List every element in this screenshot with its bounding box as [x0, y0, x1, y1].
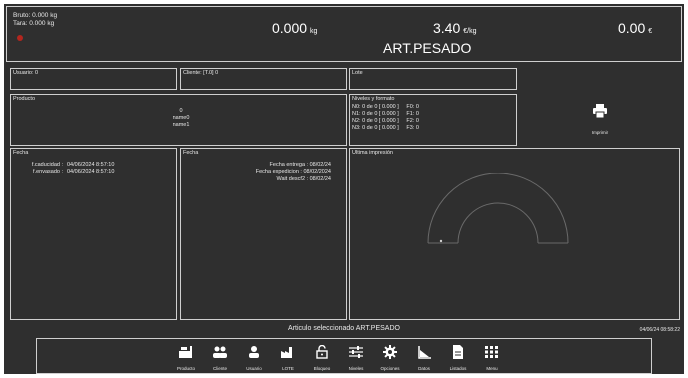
niveles-title: Niveles y formato	[352, 96, 395, 102]
nav-label: Menu	[486, 366, 498, 371]
nav-button-datos[interactable]: Datos	[409, 339, 439, 375]
niveles-row: N0: 0 de 0 [ 0.000 ] F0: 0	[352, 104, 419, 110]
lote-label: Lote	[352, 70, 363, 76]
nav-button-opciones[interactable]: Opciones	[375, 339, 405, 375]
producto-panel[interactable]: Producto 0 name0 name1	[10, 94, 347, 146]
fecha-mid-panel: Fecha Fecha entrega : 08/02/24 Fecha exp…	[180, 148, 347, 320]
weight-unit: kg	[310, 28, 318, 35]
nav-row: Producto Cliente Usuario LOTE Bloqueo Niveles…	[171, 339, 511, 375]
header-panel: Bruto: 0.000 kg Tara: 0.000 kg 0.000 kg 3…	[6, 6, 682, 62]
status-led	[17, 35, 23, 41]
nav-button-lote[interactable]: LOTE	[273, 339, 303, 375]
fecha-left-title: Fecha	[13, 150, 29, 156]
total-unit: €	[648, 28, 653, 35]
weight-value: 0.000	[272, 20, 308, 36]
fecha-left-key: f.caducidad :	[31, 162, 63, 168]
clients-icon	[212, 345, 228, 364]
total-value: 0.00	[618, 20, 646, 36]
status-message: Articulo seleccionado ART.PESADO	[288, 325, 400, 332]
niveles-row: N3: 0 de 0 [ 0.000 ] F3: 0	[352, 125, 419, 131]
tara-readout: Tara: 0.000 kg	[13, 20, 55, 27]
producto-line: name0	[172, 115, 190, 121]
lock-icon	[314, 344, 330, 364]
sliders-icon	[348, 345, 364, 364]
product-icon	[178, 345, 194, 364]
niveles-row: N1: 0 de 0 [ 0.000 ] F1: 0	[352, 111, 419, 117]
document-icon	[450, 345, 466, 364]
nav-button-producto[interactable]: Producto	[171, 339, 201, 375]
printer-icon	[592, 104, 608, 123]
niveles-panel[interactable]: Niveles y formato N0: 0 de 0 [ 0.000 ] F…	[349, 94, 517, 146]
weight-display: 0.000 kg	[272, 20, 317, 36]
arc-gauge	[427, 173, 569, 244]
fecha-left-value: 04/06/2024 8:57:10	[67, 169, 115, 175]
ultima-impresion-panel: Ultima impresión	[349, 148, 680, 320]
price-unit: €/kg	[463, 28, 477, 35]
nav-button-listados[interactable]: Listados	[443, 339, 473, 375]
print-button[interactable]: Imprimir	[580, 104, 620, 140]
usuario-panel[interactable]: Usuario: 0	[10, 68, 177, 90]
producto-line: name1	[172, 122, 190, 128]
nav-button-menu[interactable]: Menu	[477, 339, 507, 375]
status-datetime: 04/06/24 08:58:22	[639, 327, 680, 333]
bottom-nav: Producto Cliente Usuario LOTE Bloqueo Niveles…	[36, 338, 652, 374]
nav-button-cliente[interactable]: Cliente	[205, 339, 235, 375]
factory-icon	[280, 345, 296, 364]
nav-button-usuario[interactable]: Usuario	[239, 339, 269, 375]
cliente-panel[interactable]: Cliente: [T.0] 0	[180, 68, 347, 90]
nav-button-niveles[interactable]: Niveles	[341, 339, 371, 375]
chart-icon	[416, 345, 432, 364]
fecha-left-value: 04/06/2024 8:57:10	[67, 162, 115, 168]
nav-button-bloqueo[interactable]: Bloqueo	[307, 339, 337, 375]
producto-title: Producto	[13, 96, 36, 102]
lote-panel[interactable]: Lote	[349, 68, 517, 90]
fecha-mid-row: Fecha expedicion : 08/02/2024	[255, 169, 331, 175]
total-display: 0.00 €	[618, 20, 652, 36]
cliente-label: Cliente: [T.0] 0	[183, 70, 219, 76]
ultima-title: Ultima impresión	[352, 150, 393, 156]
fecha-mid-row: Fecha entrega : 08/02/24	[269, 162, 331, 168]
producto-line: 0	[179, 108, 183, 114]
fecha-left-panel: Fecha f.caducidad : 04/06/2024 8:57:10 f…	[10, 148, 177, 320]
usuario-label: Usuario: 0	[13, 70, 39, 76]
fecha-mid-title: Fecha	[183, 150, 199, 156]
price-value: 3.40	[433, 20, 461, 36]
fecha-mid-row: Wait descf2 : 08/02/24	[276, 176, 331, 182]
niveles-row: N2: 0 de 0 [ 0.000 ] F2: 0	[352, 118, 419, 124]
bruto-readout: Bruto: 0.000 kg	[13, 12, 58, 19]
price-display: 3.40 €/kg	[433, 20, 476, 36]
user-icon	[246, 345, 262, 364]
app-window: Bruto: 0.000 kg Tara: 0.000 kg 0.000 kg 3…	[4, 4, 684, 374]
article-name: ART.PESADO	[383, 40, 472, 56]
grid-icon	[484, 345, 500, 364]
fecha-left-key: f.envasado :	[33, 169, 63, 175]
print-label: Imprimir	[591, 130, 609, 135]
gear-icon	[382, 345, 398, 364]
